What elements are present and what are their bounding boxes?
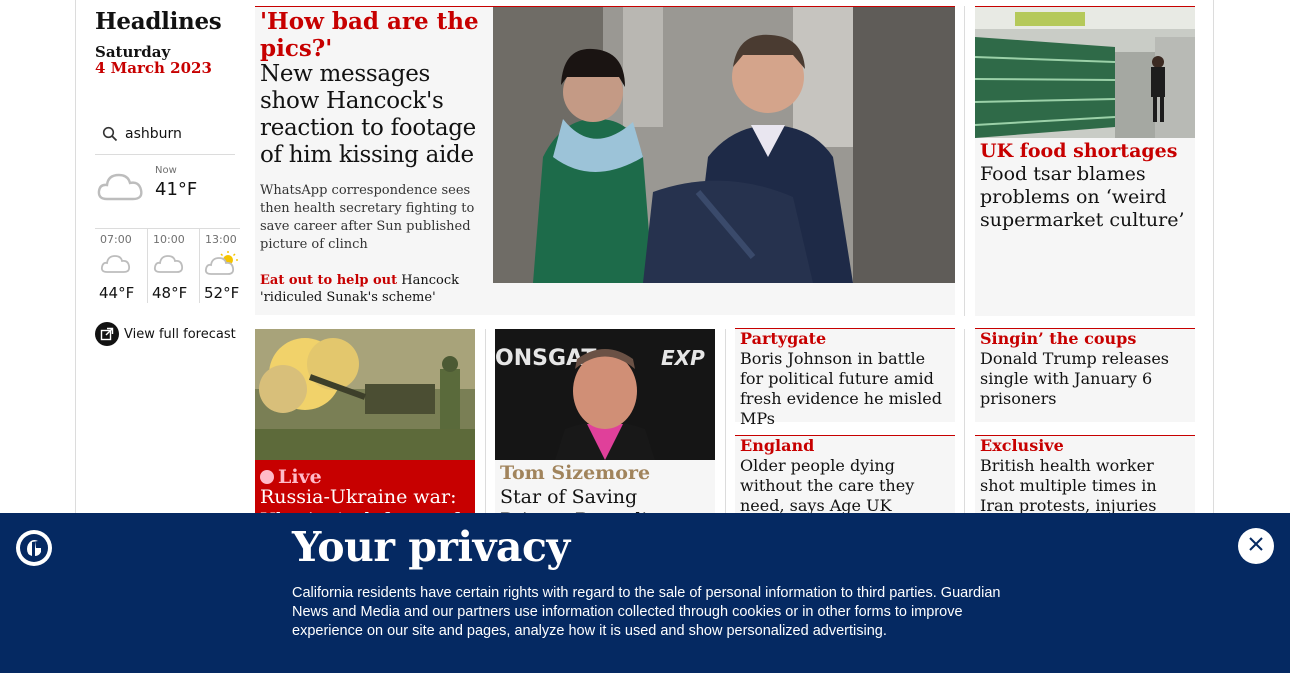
card-kicker: England bbox=[740, 436, 815, 455]
divider bbox=[964, 6, 965, 316]
forecast-item: 13:00 52°F bbox=[199, 229, 252, 303]
card-kicker: Partygate bbox=[740, 329, 827, 348]
cloud-icon bbox=[95, 165, 147, 209]
privacy-body: California residents have certain rights… bbox=[292, 585, 1001, 639]
divider bbox=[485, 329, 486, 514]
svg-text:EXP: EXP bbox=[661, 346, 705, 370]
sizemore-photo[interactable]: ONSGAT EXP bbox=[495, 329, 715, 460]
forecast-temp: 48°F bbox=[152, 284, 188, 302]
live-label: Live bbox=[278, 466, 322, 488]
sun-cloud-icon bbox=[204, 251, 240, 281]
sizemore-headline[interactable]: Star of Saving Private Ryan dies aged 61… bbox=[500, 486, 710, 513]
lead-standfirst: WhatsApp correspondence sees then health… bbox=[260, 183, 475, 252]
cloud-icon bbox=[152, 251, 186, 279]
view-full-forecast-link[interactable]: View full forecast bbox=[95, 322, 236, 346]
card-kicker: Exclusive bbox=[980, 436, 1064, 455]
card-headline[interactable]: Older people dying without the care they… bbox=[740, 456, 930, 516]
forecast-temp: 44°F bbox=[99, 284, 135, 302]
privacy-banner: Your privacy California residents have c… bbox=[0, 513, 1290, 673]
lead-sublink[interactable]: Eat out to help out Hancock 'ridiculed S… bbox=[260, 272, 485, 306]
ukraine-photo[interactable] bbox=[255, 329, 475, 460]
sizemore-kicker: Tom Sizemore bbox=[500, 462, 651, 484]
headlines-date: 4 March 2023 bbox=[95, 59, 212, 77]
food-kicker: UK food shortages bbox=[980, 140, 1178, 162]
food-headline[interactable]: Food tsar blames problems on ‘weird supe… bbox=[980, 163, 1190, 232]
forecast-item: 10:00 48°F bbox=[147, 229, 200, 303]
weather-now-temp: 41°F bbox=[155, 179, 198, 200]
lead-headline[interactable]: New messages show Hancock's reaction to … bbox=[260, 61, 488, 169]
card-headline[interactable]: Boris Johnson in battle for political fu… bbox=[740, 349, 950, 429]
divider bbox=[964, 329, 965, 514]
hourly-forecast: 07:00 44°F 10:00 48°F 13:00 52°F bbox=[95, 228, 240, 303]
forecast-time: 10:00 bbox=[153, 233, 185, 246]
privacy-title: Your privacy bbox=[292, 523, 570, 571]
forecast-time: 13:00 bbox=[205, 233, 237, 246]
supermarket-photo[interactable] bbox=[975, 7, 1195, 138]
card-headline[interactable]: Donald Trump releases single with Januar… bbox=[980, 349, 1190, 409]
view-full-forecast-label: View full forecast bbox=[124, 326, 236, 342]
card-kicker: Singin’ the coups bbox=[980, 329, 1137, 348]
weather-now-label: Now bbox=[155, 165, 177, 176]
divider bbox=[725, 329, 726, 514]
external-link-icon bbox=[95, 322, 119, 346]
lead-kicker: 'How bad are the pics?' bbox=[260, 8, 479, 62]
live-dot-icon bbox=[260, 470, 274, 484]
cloud-icon bbox=[99, 251, 133, 279]
ukraine-headline[interactable]: Russia-Ukraine war: Ukraine's defence of bbox=[260, 486, 470, 513]
guardian-logo-icon bbox=[16, 530, 52, 566]
forecast-item: 07:00 44°F bbox=[95, 229, 147, 303]
lead-photo[interactable] bbox=[493, 7, 955, 283]
close-button[interactable] bbox=[1238, 528, 1274, 564]
weather-location-search[interactable]: ashburn bbox=[95, 120, 235, 155]
sublink-kicker: Eat out to help out bbox=[260, 273, 398, 288]
live-badge: Live bbox=[260, 466, 322, 488]
forecast-temp: 52°F bbox=[204, 284, 240, 302]
headlines-title: Headlines bbox=[95, 8, 222, 35]
location-value: ashburn bbox=[125, 126, 182, 142]
search-icon bbox=[102, 126, 118, 146]
close-icon bbox=[1248, 536, 1264, 556]
forecast-time: 07:00 bbox=[100, 233, 132, 246]
